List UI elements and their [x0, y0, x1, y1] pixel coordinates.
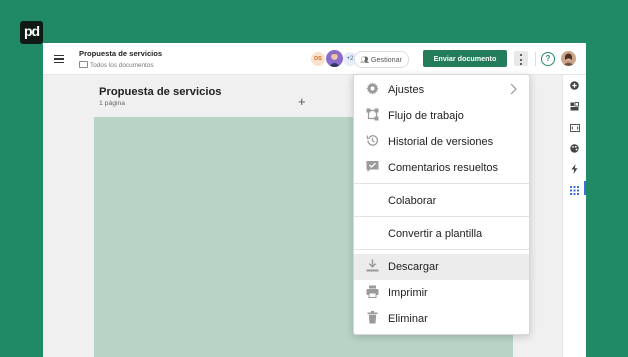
breadcrumb[interactable]: Todos los documentos [79, 61, 154, 69]
menu-item-download[interactable]: Descargar [354, 254, 529, 280]
breadcrumb-label: Todos los documentos [90, 62, 154, 69]
page-count: 1 página [99, 100, 126, 107]
collaborator-avatar[interactable] [326, 50, 343, 67]
menu-item-delete[interactable]: Eliminar [354, 306, 529, 332]
add-page-button[interactable]: + [298, 95, 306, 108]
person-avatar-icon [329, 53, 340, 67]
right-sidebar [562, 75, 586, 357]
menu-item-label: Colaborar [388, 195, 437, 207]
dot [520, 58, 522, 61]
people-icon: 👥︎ [360, 57, 369, 64]
page-heading: Propuesta de servicios [99, 86, 222, 98]
collaborator-initials-badge[interactable]: DS [311, 52, 325, 66]
menu-item-print[interactable]: Imprimir [354, 280, 529, 306]
dot [520, 63, 522, 65]
workflow-icon [365, 108, 379, 122]
menu-divider [354, 183, 529, 184]
download-icon [365, 259, 379, 273]
menu-item-label: Imprimir [388, 287, 428, 299]
variables-icon[interactable] [563, 121, 586, 137]
manage-label: Gestionar [370, 55, 403, 64]
user-avatar[interactable] [561, 51, 576, 66]
blocks-icon[interactable] [563, 100, 586, 116]
resolved-comments-icon [365, 160, 379, 174]
menu-item-label: Descargar [388, 261, 439, 273]
menu-item-label: Ajustes [388, 84, 425, 96]
more-options-button[interactable] [514, 51, 528, 66]
gear-icon [365, 82, 379, 96]
menu-item-label: Comentarios resueltos [388, 162, 499, 174]
apps-grid-icon[interactable] [563, 184, 586, 200]
pandadoc-logo[interactable]: pd [20, 21, 43, 44]
palette-icon[interactable] [563, 142, 586, 158]
menu-item-convert-to-template[interactable]: Convertir a plantilla [354, 221, 529, 247]
folder-icon [79, 61, 88, 68]
top-bar: Propuesta de servicios Todos los documen… [43, 43, 586, 75]
menu-item-label: Flujo de trabajo [388, 110, 464, 122]
menu-divider [354, 216, 529, 217]
help-button[interactable]: ? [541, 52, 555, 66]
menu-item-collaborate[interactable]: Colaborar [354, 188, 529, 214]
dot [520, 54, 522, 56]
menu-item-label: Historial de versiones [388, 136, 494, 148]
toolbar-divider [535, 52, 536, 66]
active-indicator [584, 181, 586, 195]
hamburger-menu-icon[interactable] [54, 55, 64, 64]
menu-item-version-history[interactable]: Historial de versiones [354, 129, 529, 155]
user-avatar-icon [563, 53, 574, 66]
menu-item-label: Convertir a plantilla [388, 228, 483, 240]
print-icon [365, 285, 379, 299]
menu-item-workflow[interactable]: Flujo de trabajo [354, 103, 529, 129]
menu-item-settings[interactable]: Ajustes [354, 77, 529, 103]
history-icon [365, 134, 379, 148]
menu-item-resolved-comments[interactable]: Comentarios resueltos [354, 155, 529, 181]
document-title[interactable]: Propuesta de servicios [79, 49, 162, 58]
send-document-button[interactable]: Enviar documento [423, 50, 507, 67]
chevron-right-icon [510, 83, 517, 98]
trash-icon [365, 311, 379, 325]
add-icon[interactable] [563, 79, 586, 95]
manage-collaborators-button[interactable]: 👥︎ Gestionar [354, 51, 410, 68]
lightning-icon[interactable] [563, 163, 586, 179]
menu-divider [354, 249, 529, 250]
menu-item-label: Eliminar [388, 313, 428, 325]
more-options-menu: Ajustes Flujo de trabajo Historial de ve… [353, 74, 530, 335]
